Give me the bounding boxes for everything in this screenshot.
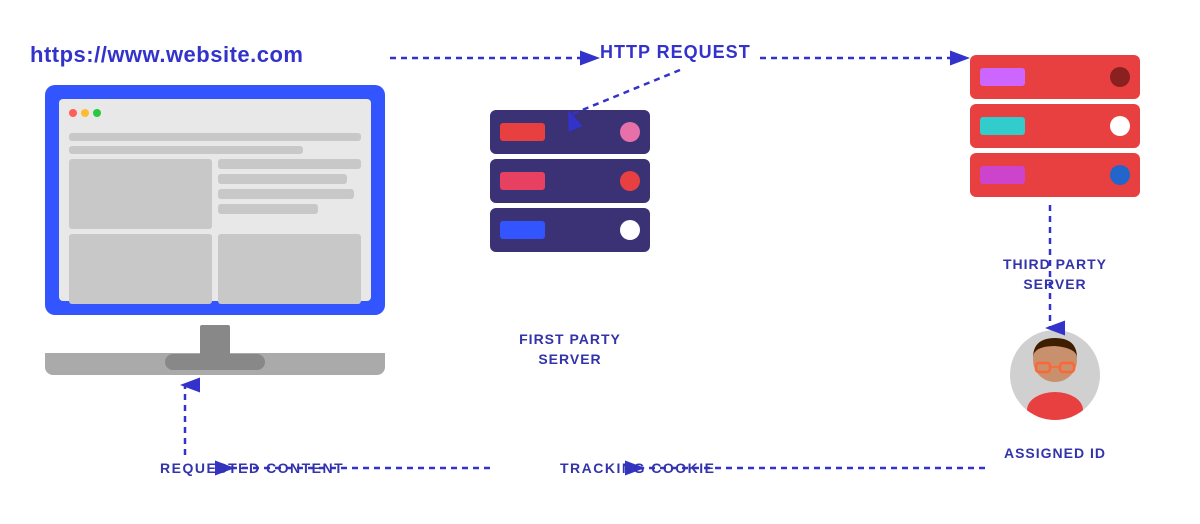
- rack-circle-t3: [1110, 165, 1130, 185]
- rack-unit-t3: [970, 153, 1140, 197]
- arrow-http-to-first: [570, 70, 680, 115]
- assigned-id-label: ASSIGNED ID: [970, 445, 1140, 461]
- monitor-foot: [165, 354, 265, 370]
- content-block-2: [69, 234, 212, 304]
- rack-bar-1: [500, 123, 545, 141]
- rack-unit-t2: [970, 104, 1140, 148]
- content-blocks: [69, 159, 361, 229]
- dot-yellow: [81, 109, 89, 117]
- server-rack-first: [490, 110, 650, 252]
- dot-red: [69, 109, 77, 117]
- content-blocks-2: [69, 234, 361, 304]
- browser-bar: [69, 109, 361, 117]
- rack-unit-t1: [970, 55, 1140, 99]
- block-line-2: [218, 174, 347, 184]
- rack-bar-2: [500, 172, 545, 190]
- third-party-server: [970, 55, 1140, 197]
- rack-unit-1: [490, 110, 650, 154]
- diagram-container: https://www.website.com HTTP REQUEST: [0, 0, 1200, 524]
- rack-circle-1: [620, 122, 640, 142]
- rack-circle-3: [620, 220, 640, 240]
- monitor-illustration: [30, 85, 400, 375]
- content-line-2: [69, 146, 303, 154]
- person-background: [1010, 330, 1100, 420]
- rack-bar-t1: [980, 68, 1025, 86]
- person-avatar: [1010, 330, 1100, 420]
- content-block-3: [218, 234, 361, 304]
- block-line-4: [218, 204, 318, 214]
- monitor-screen: [45, 85, 385, 315]
- http-request-label: HTTP REQUEST: [600, 42, 751, 63]
- monitor-base: [200, 325, 230, 355]
- third-party-label: THIRD PARTY SERVER: [970, 255, 1140, 294]
- rack-circle-t2: [1110, 116, 1130, 136]
- rack-circle-2: [620, 171, 640, 191]
- rack-bar-t2: [980, 117, 1025, 135]
- requested-content-label: REQUESTED CONTENT: [160, 460, 344, 476]
- rack-circle-t1: [1110, 67, 1130, 87]
- content-block-left: [69, 159, 212, 229]
- rack-bar-3: [500, 221, 545, 239]
- dot-green: [93, 109, 101, 117]
- first-party-server: [490, 110, 650, 252]
- person-svg: [1010, 330, 1100, 420]
- rack-bar-t3: [980, 166, 1025, 184]
- url-label: https://www.website.com: [30, 42, 304, 68]
- tracking-cookie-label: TRACKING COOKIE: [560, 460, 716, 476]
- block-line-1: [218, 159, 361, 169]
- monitor-inner: [59, 99, 371, 301]
- block-line-3: [218, 189, 354, 199]
- content-line-1: [69, 133, 361, 141]
- content-block-right: [218, 159, 361, 229]
- rack-unit-2: [490, 159, 650, 203]
- server-rack-third: [970, 55, 1140, 197]
- rack-unit-3: [490, 208, 650, 252]
- browser-content: [69, 133, 361, 304]
- first-party-label: FIRST PARTY SERVER: [490, 330, 650, 369]
